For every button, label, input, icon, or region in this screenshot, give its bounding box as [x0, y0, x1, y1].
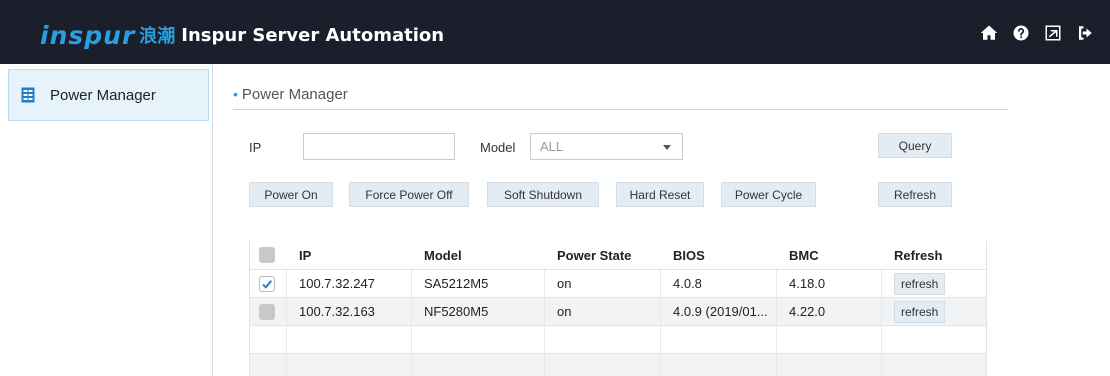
- select-all-checkbox[interactable]: [259, 247, 275, 263]
- table-row-empty: [250, 354, 986, 376]
- app-logo: inspur 浪潮 Inspur Server Automation: [40, 20, 445, 50]
- row-checkbox[interactable]: [259, 303, 275, 320]
- home-icon[interactable]: [980, 24, 998, 42]
- section-divider: [233, 109, 1008, 110]
- sidebar-item-label: Power Manager: [50, 86, 156, 104]
- empty-cell: [287, 326, 412, 353]
- power-cycle-button[interactable]: Power Cycle: [721, 182, 816, 207]
- cell-model: SA5212M5: [412, 270, 545, 297]
- empty-cell: [412, 354, 545, 376]
- empty-cell: [882, 326, 986, 353]
- cell-bmc: 4.18.0: [777, 270, 882, 297]
- empty-cell: [777, 326, 882, 353]
- column-header-model[interactable]: Model: [412, 241, 545, 269]
- column-header-refresh: Refresh: [894, 247, 943, 263]
- chevron-down-icon: [663, 145, 671, 150]
- cell-bmc: 4.22.0: [777, 298, 882, 325]
- table-row[interactable]: 100.7.32.163 NF5280M5 on 4.0.9 (2019/01.…: [250, 298, 986, 326]
- bullet-icon: •: [233, 86, 238, 102]
- empty-cell: [545, 326, 661, 353]
- cell-ip: 100.7.32.163: [287, 298, 412, 325]
- row-checkbox[interactable]: [259, 275, 275, 292]
- column-header-bios[interactable]: BIOS: [661, 241, 777, 269]
- table-header: IP Model Power State BIOS BMC Refresh: [250, 241, 986, 270]
- table-icon: [21, 87, 35, 103]
- empty-cell: [882, 354, 986, 376]
- empty-cell: [412, 326, 545, 353]
- force-power-off-button[interactable]: Force Power Off: [349, 182, 469, 207]
- app-title: Inspur Server Automation: [181, 24, 445, 46]
- logo-mark: inspur: [40, 20, 136, 50]
- sidebar-item-power-manager[interactable]: Power Manager: [8, 69, 209, 121]
- cell-bios: 4.0.8: [661, 270, 777, 297]
- column-header-ip[interactable]: IP: [287, 241, 412, 269]
- server-table: IP Model Power State BIOS BMC Refresh 10…: [249, 241, 987, 376]
- column-header-power-state[interactable]: Power State: [545, 241, 661, 269]
- empty-cell: [545, 354, 661, 376]
- cell-bios: 4.0.9 (2019/01...: [661, 298, 777, 325]
- empty-cell: [287, 354, 412, 376]
- row-select-cell: [250, 298, 287, 325]
- empty-cell: [661, 354, 777, 376]
- sidebar: Power Manager: [0, 64, 213, 376]
- empty-cell: [777, 354, 882, 376]
- empty-cell: [250, 326, 287, 353]
- refresh-button[interactable]: Refresh: [878, 182, 952, 207]
- cell-refresh: refresh: [882, 270, 986, 297]
- cell-power-state: on: [545, 298, 661, 325]
- table-row[interactable]: 100.7.32.247 SA5212M5 on 4.0.8 4.18.0 re…: [250, 270, 986, 298]
- section-title-text: Power Manager: [241, 86, 348, 103]
- table-row-empty: [250, 326, 986, 354]
- top-icon-bar: [980, 24, 1094, 42]
- power-on-button[interactable]: Power On: [249, 182, 333, 207]
- cell-refresh: refresh: [882, 298, 986, 325]
- logout-icon[interactable]: [1076, 24, 1094, 42]
- query-button[interactable]: Query: [878, 133, 952, 158]
- model-select[interactable]: ALL: [530, 133, 683, 160]
- top-bar: inspur 浪潮 Inspur Server Automation: [0, 0, 1110, 64]
- model-label: Model: [480, 140, 516, 155]
- hard-reset-button[interactable]: Hard Reset: [616, 182, 704, 207]
- empty-cell: [250, 354, 287, 376]
- empty-cell: [661, 326, 777, 353]
- section-title: • Power Manager: [233, 86, 348, 103]
- export-icon[interactable]: [1044, 24, 1062, 42]
- cell-ip: 100.7.32.247: [287, 270, 412, 297]
- help-icon[interactable]: [1012, 24, 1030, 42]
- ip-input[interactable]: [303, 133, 455, 160]
- cell-power-state: on: [545, 270, 661, 297]
- select-all-cell: [250, 241, 287, 269]
- cell-model: NF5280M5: [412, 298, 545, 325]
- row-refresh-button[interactable]: refresh: [894, 272, 946, 295]
- column-header-bmc[interactable]: BMC: [777, 241, 882, 269]
- checkmark-icon: [262, 279, 273, 289]
- row-select-cell: [250, 270, 287, 297]
- model-select-value: ALL: [540, 139, 564, 154]
- ip-label: IP: [249, 140, 262, 155]
- logo-chinese-text: 浪潮: [139, 26, 176, 47]
- soft-shutdown-button[interactable]: Soft Shutdown: [487, 182, 599, 207]
- row-refresh-button[interactable]: refresh: [894, 300, 946, 323]
